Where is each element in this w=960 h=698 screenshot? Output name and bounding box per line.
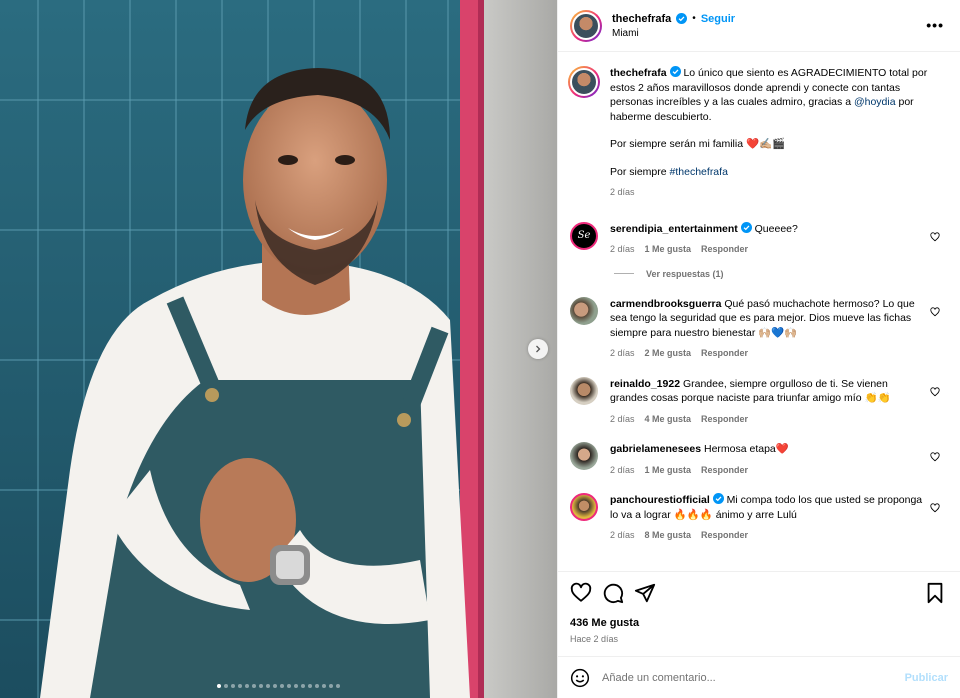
like-comment-heart-icon[interactable] <box>930 503 940 513</box>
header-separator: • <box>692 13 696 24</box>
caption-username[interactable]: thechefrafa <box>610 67 667 79</box>
reply-button[interactable]: Responder <box>701 528 748 543</box>
comment-username[interactable]: carmendbrooksguerra <box>610 298 721 310</box>
like-comment-heart-icon[interactable] <box>930 231 940 242</box>
verified-badge-icon <box>740 221 752 233</box>
comment-likes[interactable]: 4 Me gusta <box>645 412 692 427</box>
carousel-dot <box>294 684 298 688</box>
carousel-dot <box>308 684 312 688</box>
comment-time: 2 días <box>610 348 635 358</box>
comment-text: Queeee? <box>754 222 798 235</box>
comment-time: 2 días <box>610 530 635 540</box>
verified-badge-icon <box>669 66 681 77</box>
like-heart-icon[interactable] <box>570 582 592 604</box>
comment-bubble-icon[interactable] <box>602 582 624 604</box>
like-comment-heart-icon[interactable] <box>930 386 940 397</box>
comment-likes[interactable]: 1 Me gusta <box>645 463 692 478</box>
add-comment-bar: Publicar <box>558 656 960 698</box>
carousel-dot <box>336 684 340 688</box>
comment-item: panchourestiofficial Mi compa todo los q… <box>570 493 946 543</box>
save-bookmark-icon[interactable] <box>924 582 946 604</box>
commenter-avatar[interactable] <box>570 296 598 325</box>
commenter-avatar[interactable] <box>570 493 598 521</box>
comment-time: 2 días <box>610 413 635 424</box>
carousel-dot <box>259 684 263 688</box>
comment-username[interactable]: reinaldo_1922 <box>610 378 680 390</box>
author-username[interactable]: thechefrafa <box>612 13 671 25</box>
verified-badge-icon <box>676 13 688 24</box>
carousel-dot <box>266 684 270 688</box>
comment-item: carmendbrooksguerra Qué pasó muchachote … <box>570 296 946 361</box>
emoji-smiley-icon[interactable] <box>570 668 590 688</box>
comment-likes[interactable]: 8 Me gusta <box>645 528 692 543</box>
post-header: thechefrafa • Seguir Miami ••• <box>558 0 960 52</box>
view-replies-button[interactable]: Ver respuestas (1) <box>614 269 946 279</box>
comment-username[interactable]: panchourestiofficial <box>610 494 710 506</box>
commenter-avatar[interactable] <box>570 376 598 405</box>
carousel-indicator <box>0 684 557 688</box>
carousel-dot <box>273 684 277 688</box>
next-photo-button[interactable] <box>528 339 548 359</box>
reply-button[interactable]: Responder <box>701 412 748 427</box>
post-media[interactable] <box>0 0 557 698</box>
comment-username[interactable]: gabrielamenesees <box>610 443 701 455</box>
comment-likes[interactable]: 1 Me gusta <box>645 242 692 257</box>
commenter-avatar[interactable]: Se <box>570 221 598 250</box>
carousel-dot <box>287 684 291 688</box>
caption-line-3: Por siempre #thechefrafa <box>610 165 942 180</box>
carousel-dot <box>245 684 249 688</box>
comment-time: 2 días <box>610 464 635 475</box>
reply-button[interactable]: Responder <box>701 346 748 361</box>
reply-button[interactable]: Responder <box>701 463 748 478</box>
post-photo <box>0 0 557 698</box>
caption-line-3-prefix: Por siempre <box>610 165 667 178</box>
post-caption: thechefrafa Lo único que siento es AGRAD… <box>568 66 946 200</box>
commenter-avatar[interactable] <box>570 442 598 470</box>
caption-time: 2 días <box>610 187 635 197</box>
share-paper-plane-icon[interactable] <box>634 582 656 604</box>
comment-item: gabrielamenesees Hermosa etapa❤️ 2 días … <box>570 442 946 477</box>
comment-item: reinaldo_1922 Grandee, siempre orgulloso… <box>570 376 946 427</box>
caption-line-2: Por siempre serán mi familia ❤️✍🏼🎬 <box>610 138 786 150</box>
chevron-right-icon <box>536 345 541 353</box>
comments-list[interactable]: thechefrafa Lo único que siento es AGRAD… <box>558 52 960 571</box>
post-side-panel: thechefrafa • Seguir Miami ••• thechefra… <box>557 0 960 698</box>
likes-count[interactable]: 436 Me gusta <box>558 617 960 629</box>
like-comment-heart-icon[interactable] <box>930 306 940 317</box>
caption-mention-link[interactable]: @hoydia <box>854 96 896 108</box>
carousel-dot <box>217 684 221 688</box>
comment-time: 2 días <box>610 244 635 254</box>
comment-text: Hermosa etapa❤️ <box>703 443 789 455</box>
carousel-dot <box>322 684 326 688</box>
post-actions-bar <box>558 571 960 613</box>
instagram-post-modal: thechefrafa • Seguir Miami ••• thechefra… <box>0 0 960 698</box>
comment-likes[interactable]: 2 Me gusta <box>645 346 692 361</box>
like-comment-heart-icon[interactable] <box>930 452 940 462</box>
author-avatar[interactable] <box>570 9 602 42</box>
post-location[interactable]: Miami <box>612 28 735 39</box>
comment-item: Se serendipia_entertainment Queeee? 2 dí… <box>570 221 946 257</box>
carousel-dot <box>301 684 305 688</box>
reply-button[interactable]: Responder <box>701 242 748 257</box>
carousel-dot <box>224 684 228 688</box>
follow-button[interactable]: Seguir <box>701 13 735 25</box>
carousel-dot <box>252 684 256 688</box>
publish-button[interactable]: Publicar <box>905 672 948 684</box>
caption-author-avatar[interactable] <box>568 66 600 98</box>
verified-badge-icon <box>712 493 724 504</box>
more-options-icon[interactable]: ••• <box>926 18 944 32</box>
caption-hashtag-link[interactable]: #thechefrafa <box>670 166 728 178</box>
replies-divider <box>614 273 634 274</box>
view-replies-label: Ver respuestas (1) <box>646 268 724 279</box>
comment-username[interactable]: serendipia_entertainment <box>610 223 738 235</box>
carousel-dot <box>231 684 235 688</box>
comment-input[interactable] <box>602 671 905 684</box>
carousel-dot <box>280 684 284 688</box>
carousel-dot <box>315 684 319 688</box>
carousel-dot <box>329 684 333 688</box>
carousel-dot <box>238 684 242 688</box>
post-timestamp: Hace 2 días <box>570 634 619 644</box>
